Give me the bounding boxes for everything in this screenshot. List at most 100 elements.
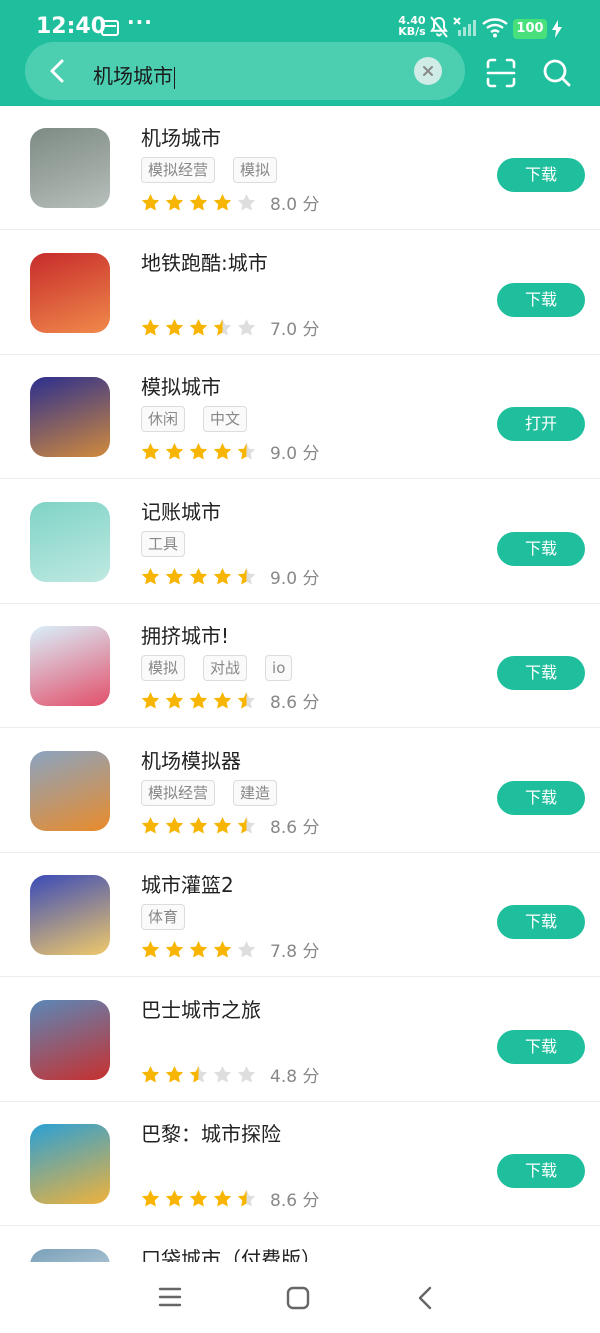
star-icon xyxy=(189,941,208,958)
app-icon[interactable] xyxy=(30,999,110,1080)
star-icon xyxy=(165,1065,184,1082)
app-tag[interactable]: 休闲 xyxy=(141,406,186,432)
star-icon xyxy=(141,1190,160,1207)
app-icon[interactable] xyxy=(30,1124,110,1204)
download-button[interactable]: 下载 xyxy=(497,158,585,192)
app-tag[interactable]: 模拟经营 xyxy=(141,157,216,183)
app-score: 7.0 分 xyxy=(270,319,320,340)
app-name[interactable]: 巴士城市之旅 xyxy=(141,994,261,1023)
app-list-item[interactable]: 机场模拟器模拟经营 建造 8.6 分 下载 xyxy=(0,729,600,853)
star-rating xyxy=(141,442,256,461)
app-tag[interactable]: 模拟经营 xyxy=(141,779,216,806)
notification-app-icon xyxy=(101,20,119,36)
app-tag[interactable]: 模拟 xyxy=(233,157,278,183)
search-input[interactable]: 机场城市 xyxy=(93,60,175,89)
star-icon xyxy=(213,318,232,335)
download-button[interactable]: 下载 xyxy=(497,282,585,317)
app-list-item[interactable]: 城市灌篮2 体育 7.8 分 下载 xyxy=(0,853,600,977)
app-name[interactable]: 机场城市 xyxy=(141,122,221,151)
download-button[interactable]: 下载 xyxy=(497,1154,585,1188)
app-rating: 8.6 分 xyxy=(141,813,319,838)
mute-bell-icon xyxy=(430,16,448,38)
app-tag[interactable]: 体育 xyxy=(141,904,186,930)
app-icon[interactable] xyxy=(30,501,110,582)
app-list-item[interactable]: 巴士城市之旅 4.8 分 下载 xyxy=(0,978,600,1102)
search-query: 机场城市 xyxy=(93,64,173,88)
battery-indicator: 100 xyxy=(513,19,547,39)
download-button[interactable]: 下载 xyxy=(497,780,585,815)
app-score: 9.0 分 xyxy=(270,444,320,464)
app-tags: 休闲 中文 xyxy=(141,406,248,432)
star-icon xyxy=(237,567,256,584)
app-list-item[interactable]: 地铁跑酷:城市 7.0 分 下载 xyxy=(0,231,600,355)
star-icon xyxy=(189,816,208,833)
star-icon xyxy=(165,816,184,833)
app-rating: 8.6 分 xyxy=(141,1186,319,1211)
star-icon xyxy=(189,692,208,709)
app-tag[interactable]: 中文 xyxy=(203,406,248,432)
star-icon xyxy=(237,443,256,460)
app-tags: 体育 xyxy=(141,904,186,930)
star-icon xyxy=(237,941,256,958)
star-rating xyxy=(141,1065,256,1084)
menu-icon[interactable] xyxy=(158,1286,182,1308)
app-rating: 7.0 分 xyxy=(141,315,319,340)
app-tag[interactable]: 对战 xyxy=(203,655,248,681)
star-icon xyxy=(237,318,256,335)
download-button[interactable]: 下载 xyxy=(497,656,585,690)
clear-search-button[interactable] xyxy=(414,57,442,85)
app-tag[interactable]: 建造 xyxy=(233,779,278,806)
app-list-item[interactable]: 巴黎：城市探险 8.6 分 下载 xyxy=(0,1102,600,1226)
app-tag[interactable]: io xyxy=(265,655,293,681)
download-button[interactable]: 下载 xyxy=(497,531,585,566)
charging-icon xyxy=(552,20,562,38)
star-icon xyxy=(237,816,256,833)
app-score: 9.0 分 xyxy=(270,568,320,589)
app-icon[interactable] xyxy=(30,377,110,457)
star-icon xyxy=(165,1190,184,1207)
text-caret xyxy=(174,66,175,89)
app-name[interactable]: 巴黎：城市探险 xyxy=(141,1118,281,1147)
app-tag[interactable]: 模拟 xyxy=(141,655,186,681)
app-tag[interactable]: 工具 xyxy=(141,530,186,557)
app-list-item[interactable]: 拥挤城市! 模拟 对战 io 8.6 分 下载 xyxy=(0,604,600,728)
back-arrow-icon[interactable] xyxy=(44,57,70,85)
app-name[interactable]: 记账城市 xyxy=(141,496,221,525)
search-bar[interactable] xyxy=(25,42,465,100)
open-button[interactable]: 打开 xyxy=(497,407,585,441)
app-score: 7.8 分 xyxy=(270,942,320,962)
star-rating xyxy=(141,318,256,337)
app-name[interactable]: 地铁跑酷:城市 xyxy=(141,247,268,276)
app-header: 12:40 ··· 4.40 KB/s 100 机场城市 xyxy=(0,0,600,106)
star-icon xyxy=(165,941,184,958)
home-icon[interactable] xyxy=(286,1286,310,1310)
star-icon xyxy=(141,194,160,211)
app-name[interactable]: 机场模拟器 xyxy=(141,745,241,774)
app-list-item[interactable]: 机场城市 模拟经营 模拟 8.0 分 下载 xyxy=(0,106,600,230)
app-icon[interactable] xyxy=(30,875,110,955)
search-icon[interactable] xyxy=(541,57,573,89)
app-rating: 7.8 分 xyxy=(141,937,319,962)
app-icon[interactable] xyxy=(30,252,110,333)
back-icon[interactable] xyxy=(416,1286,436,1310)
app-icon[interactable] xyxy=(30,626,110,706)
star-icon xyxy=(141,1065,160,1082)
close-icon xyxy=(423,66,433,76)
app-icon[interactable] xyxy=(30,750,110,831)
app-name[interactable]: 模拟城市 xyxy=(141,371,221,400)
star-icon xyxy=(141,816,160,833)
star-icon xyxy=(213,941,232,958)
scan-icon[interactable] xyxy=(485,57,517,89)
app-name[interactable]: 城市灌篮2 xyxy=(141,869,234,898)
download-button[interactable]: 下载 xyxy=(497,905,585,939)
app-tags: 模拟 对战 io xyxy=(141,655,293,681)
download-button[interactable]: 下载 xyxy=(497,1029,585,1064)
app-list-item[interactable]: 模拟城市休闲 中文 9.0 分 打开 xyxy=(0,355,600,479)
app-list-item[interactable]: 记账城市工具 9.0 分 下载 xyxy=(0,480,600,604)
star-icon xyxy=(141,941,160,958)
star-icon xyxy=(237,194,256,211)
app-rating: 4.8 分 xyxy=(141,1062,319,1087)
star-icon xyxy=(165,318,184,335)
app-name[interactable]: 拥挤城市! xyxy=(141,620,229,649)
app-icon[interactable] xyxy=(30,128,110,208)
